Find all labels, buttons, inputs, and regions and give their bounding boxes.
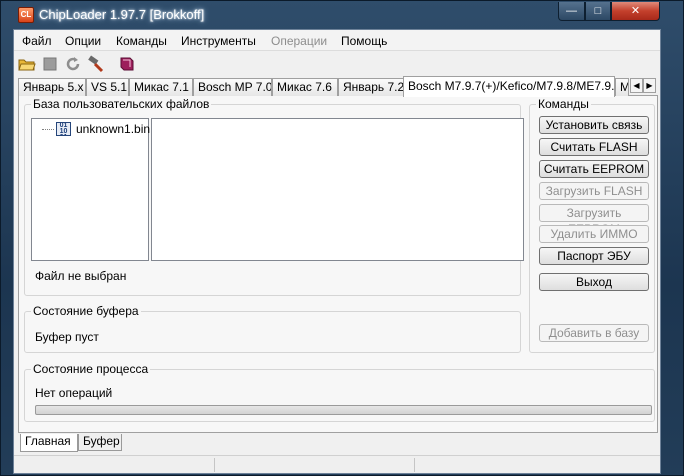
tab-buffer[interactable]: Буфер bbox=[78, 434, 122, 451]
maximize-button[interactable]: □ bbox=[585, 2, 611, 21]
tab-scroll-right-icon[interactable]: ▶ bbox=[643, 78, 656, 93]
tab-main[interactable]: Главная bbox=[20, 434, 78, 452]
app-icon: CL bbox=[18, 7, 34, 23]
process-group-label: Состояние процесса bbox=[31, 362, 151, 376]
commands-group: Команды Установить связь Считать FLASH С… bbox=[529, 97, 655, 353]
minimize-button[interactable]: — bbox=[558, 2, 585, 21]
status-bar bbox=[14, 455, 660, 473]
menu-options[interactable]: Опции bbox=[65, 34, 101, 48]
menu-help[interactable]: Помощь bbox=[341, 34, 387, 48]
ecu-passport-button[interactable]: Паспорт ЭБУ bbox=[539, 247, 649, 265]
tab-panel: База пользовательских файлов 01 10 01 un… bbox=[18, 96, 658, 433]
process-status: Нет операций bbox=[35, 386, 113, 400]
read-flash-button[interactable]: Считать FLASH bbox=[539, 138, 649, 156]
menu-commands[interactable]: Команды bbox=[116, 34, 167, 48]
close-button[interactable]: ✕ bbox=[611, 2, 660, 21]
open-folder-icon[interactable] bbox=[18, 55, 36, 73]
hammer-icon[interactable] bbox=[87, 55, 105, 73]
tab-scroll-left-icon[interactable]: ◀ bbox=[630, 78, 643, 93]
menu-operations[interactable]: Операции bbox=[271, 34, 327, 48]
binary-file-icon: 01 10 01 bbox=[56, 122, 71, 136]
status-separator bbox=[414, 458, 415, 472]
remove-immo-button[interactable]: Удалить ИММО bbox=[539, 225, 649, 243]
window-title: ChipLoader 1.97.7 [Brokkoff] bbox=[39, 7, 205, 22]
tab-bosch-m797[interactable]: Bosch M7.9.7(+)/Kefico/M7.9.8/ME7.9.9 bbox=[403, 76, 615, 97]
file-status: Файл не выбран bbox=[35, 269, 127, 283]
file-tree[interactable]: 01 10 01 unknown1.bin bbox=[31, 118, 150, 261]
menu-file[interactable]: Файл bbox=[22, 34, 52, 48]
add-to-db-button[interactable]: Добавить в базу bbox=[539, 324, 649, 342]
status-separator bbox=[214, 458, 215, 472]
tree-connector bbox=[42, 129, 54, 130]
buffer-status: Буфер пуст bbox=[35, 330, 99, 344]
tab-mikas-76[interactable]: Микас 7.6 bbox=[272, 78, 338, 96]
commands-group-label: Команды bbox=[536, 97, 591, 111]
client-area: Файл Опции Команды Инструменты Операции … bbox=[13, 29, 661, 474]
menu-bar: Файл Опции Команды Инструменты Операции … bbox=[14, 30, 660, 51]
ecu-tab-strip: Январь 5.x VS 5.1 Микас 7.1 Bosch MP 7.0… bbox=[18, 76, 658, 97]
tab-yanvar-72[interactable]: Январь 7.2 bbox=[338, 78, 404, 96]
title-bar[interactable]: CL ChipLoader 1.97.7 [Brokkoff] — □ ✕ bbox=[1, 1, 684, 29]
tab-bosch-mp70[interactable]: Bosch MP 7.0 bbox=[193, 78, 272, 96]
read-eeprom-button[interactable]: Считать EEPROM bbox=[539, 160, 649, 178]
tree-item-unknown1[interactable]: unknown1.bin bbox=[76, 122, 150, 136]
menu-tools[interactable]: Инструменты bbox=[181, 34, 256, 48]
process-group: Состояние процесса Нет операций bbox=[24, 362, 655, 422]
exit-button[interactable]: Выход bbox=[539, 273, 649, 291]
load-eeprom-button[interactable]: Загрузить EEPROM bbox=[539, 204, 649, 236]
toolbar bbox=[14, 52, 660, 76]
tab-vs-51[interactable]: VS 5.1 bbox=[86, 78, 129, 96]
stop-icon[interactable] bbox=[41, 55, 59, 73]
book-icon[interactable] bbox=[118, 55, 136, 73]
tab-more[interactable]: M bbox=[615, 78, 629, 96]
progress-bar bbox=[35, 405, 652, 415]
refresh-icon[interactable] bbox=[64, 55, 82, 73]
file-details-pane[interactable] bbox=[151, 118, 524, 261]
files-group: База пользовательских файлов 01 10 01 un… bbox=[24, 97, 524, 296]
tab-yanvar-5x[interactable]: Январь 5.x bbox=[18, 78, 86, 96]
buffer-group-label: Состояние буфера bbox=[31, 304, 141, 318]
bottom-tab-strip: Главная Буфер bbox=[18, 434, 658, 452]
files-group-label: База пользовательских файлов bbox=[31, 97, 212, 111]
app-window: CL ChipLoader 1.97.7 [Brokkoff] — □ ✕ Фа… bbox=[0, 0, 684, 476]
load-flash-button[interactable]: Загрузить FLASH bbox=[539, 182, 649, 200]
buffer-group: Состояние буфера Буфер пуст bbox=[24, 304, 521, 353]
tab-mikas-71[interactable]: Микас 7.1 bbox=[129, 78, 193, 96]
connect-button[interactable]: Установить связь bbox=[539, 116, 649, 134]
